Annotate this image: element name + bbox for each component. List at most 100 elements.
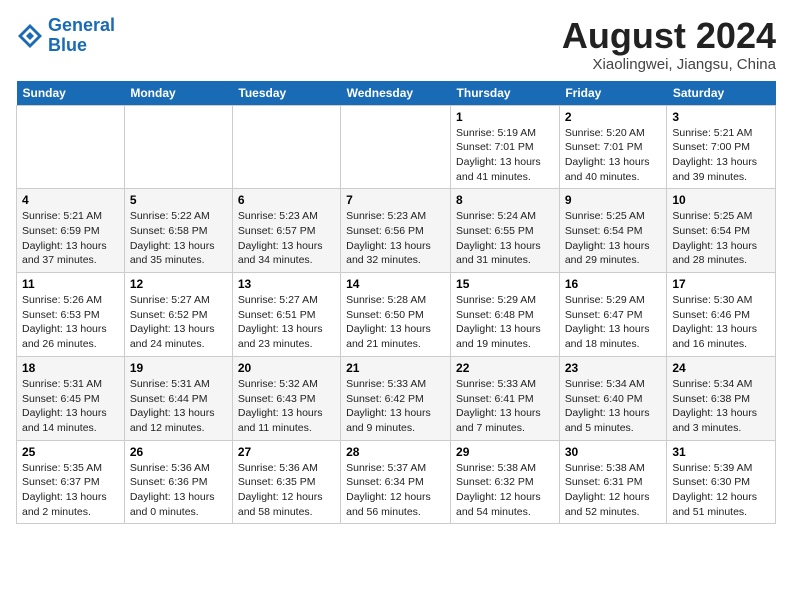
weekday-header-monday: Monday — [124, 81, 232, 106]
day-number: 18 — [22, 361, 119, 375]
day-number: 6 — [238, 193, 335, 207]
day-info: Sunrise: 5:34 AMSunset: 6:38 PMDaylight:… — [672, 377, 770, 436]
day-number: 30 — [565, 445, 662, 459]
day-info: Sunrise: 5:23 AMSunset: 6:57 PMDaylight:… — [238, 209, 335, 268]
logo: General Blue — [16, 16, 115, 56]
page-header: General Blue August 2024 Xiaolingwei, Ji… — [16, 16, 776, 73]
calendar-cell — [232, 105, 340, 189]
calendar-cell: 24 Sunrise: 5:34 AMSunset: 6:38 PMDayligh… — [667, 356, 776, 440]
calendar-cell: 16 Sunrise: 5:29 AMSunset: 6:47 PMDayligh… — [559, 273, 667, 357]
calendar-cell: 1Sunrise: 5:19 AMSunset: 7:01 PMDaylight… — [451, 105, 560, 189]
day-number: 8 — [456, 193, 554, 207]
day-number: 21 — [346, 361, 445, 375]
calendar-cell: 21 Sunrise: 5:33 AMSunset: 6:42 PMDayligh… — [341, 356, 451, 440]
day-info: Sunrise: 5:38 AMSunset: 6:32 PMDaylight:… — [456, 461, 554, 520]
calendar-cell: 10 Sunrise: 5:25 AMSunset: 6:54 PMDayligh… — [667, 189, 776, 273]
day-info: Sunrise: 5:33 AMSunset: 6:41 PMDaylight:… — [456, 377, 554, 436]
weekday-header-friday: Friday — [559, 81, 667, 106]
day-info: Sunrise: 5:24 AMSunset: 6:55 PMDaylight:… — [456, 209, 554, 268]
day-number: 14 — [346, 277, 445, 291]
day-number: 12 — [130, 277, 227, 291]
day-info: Sunrise: 5:21 AMSunset: 6:59 PMDaylight:… — [22, 209, 119, 268]
logo-text: General Blue — [48, 16, 115, 56]
calendar-cell: 4 Sunrise: 5:21 AMSunset: 6:59 PMDaylight… — [17, 189, 125, 273]
calendar-cell — [124, 105, 232, 189]
day-info: Sunrise: 5:31 AMSunset: 6:44 PMDaylight:… — [130, 377, 227, 436]
location: Xiaolingwei, Jiangsu, China — [562, 56, 776, 73]
day-number: 20 — [238, 361, 335, 375]
day-number: 9 — [565, 193, 662, 207]
calendar-cell: 23 Sunrise: 5:34 AMSunset: 6:40 PMDayligh… — [559, 356, 667, 440]
title-block: August 2024 Xiaolingwei, Jiangsu, China — [562, 16, 776, 73]
day-number: 5 — [130, 193, 227, 207]
calendar-cell: 19 Sunrise: 5:31 AMSunset: 6:44 PMDayligh… — [124, 356, 232, 440]
day-info: Sunrise: 5:35 AMSunset: 6:37 PMDaylight:… — [22, 461, 119, 520]
day-number: 31 — [672, 445, 770, 459]
day-info: Sunrise: 5:29 AMSunset: 6:47 PMDaylight:… — [565, 293, 662, 352]
calendar-cell: 22 Sunrise: 5:33 AMSunset: 6:41 PMDayligh… — [451, 356, 560, 440]
day-number: 29 — [456, 445, 554, 459]
calendar-cell: 12 Sunrise: 5:27 AMSunset: 6:52 PMDayligh… — [124, 273, 232, 357]
day-number: 10 — [672, 193, 770, 207]
day-number: 26 — [130, 445, 227, 459]
calendar-cell: 26 Sunrise: 5:36 AMSunset: 6:36 PMDayligh… — [124, 440, 232, 524]
day-info: Sunrise: 5:27 AMSunset: 6:52 PMDaylight:… — [130, 293, 227, 352]
day-info: Sunrise: 5:22 AMSunset: 6:58 PMDaylight:… — [130, 209, 227, 268]
day-number: 22 — [456, 361, 554, 375]
weekday-header-wednesday: Wednesday — [341, 81, 451, 106]
calendar-cell: 17Sunrise: 5:30 AMSunset: 6:46 PMDayligh… — [667, 273, 776, 357]
month-year: August 2024 — [562, 16, 776, 56]
day-number: 13 — [238, 277, 335, 291]
calendar-cell: 18 Sunrise: 5:31 AMSunset: 6:45 PMDayligh… — [17, 356, 125, 440]
day-number: 19 — [130, 361, 227, 375]
day-info: Sunrise: 5:39 AMSunset: 6:30 PMDaylight:… — [672, 461, 770, 520]
day-number: 24 — [672, 361, 770, 375]
day-info: Sunrise: 5:19 AMSunset: 7:01 PMDaylight:… — [456, 126, 554, 185]
weekday-header-tuesday: Tuesday — [232, 81, 340, 106]
calendar-cell: 11Sunrise: 5:26 AMSunset: 6:53 PMDayligh… — [17, 273, 125, 357]
calendar-cell: 9 Sunrise: 5:25 AMSunset: 6:54 PMDaylight… — [559, 189, 667, 273]
day-info: Sunrise: 5:36 AMSunset: 6:35 PMDaylight:… — [238, 461, 335, 520]
calendar-cell: 2 Sunrise: 5:20 AMSunset: 7:01 PMDaylight… — [559, 105, 667, 189]
calendar-cell: 14 Sunrise: 5:28 AMSunset: 6:50 PMDayligh… — [341, 273, 451, 357]
calendar-cell — [341, 105, 451, 189]
calendar-cell: 3 Sunrise: 5:21 AMSunset: 7:00 PMDaylight… — [667, 105, 776, 189]
day-info: Sunrise: 5:36 AMSunset: 6:36 PMDaylight:… — [130, 461, 227, 520]
day-number: 28 — [346, 445, 445, 459]
day-info: Sunrise: 5:21 AMSunset: 7:00 PMDaylight:… — [672, 126, 770, 185]
day-number: 3 — [672, 110, 770, 124]
calendar-cell: 29 Sunrise: 5:38 AMSunset: 6:32 PMDayligh… — [451, 440, 560, 524]
weekday-header-sunday: Sunday — [17, 81, 125, 106]
day-info: Sunrise: 5:28 AMSunset: 6:50 PMDaylight:… — [346, 293, 445, 352]
day-number: 11 — [22, 277, 119, 291]
calendar-cell: 15 Sunrise: 5:29 AMSunset: 6:48 PMDayligh… — [451, 273, 560, 357]
day-info: Sunrise: 5:38 AMSunset: 6:31 PMDaylight:… — [565, 461, 662, 520]
day-number: 4 — [22, 193, 119, 207]
day-number: 16 — [565, 277, 662, 291]
day-info: Sunrise: 5:23 AMSunset: 6:56 PMDaylight:… — [346, 209, 445, 268]
day-number: 7 — [346, 193, 445, 207]
calendar-cell: 30 Sunrise: 5:38 AMSunset: 6:31 PMDayligh… — [559, 440, 667, 524]
calendar-table: SundayMondayTuesdayWednesdayThursdayFrid… — [16, 81, 776, 525]
calendar-cell: 8 Sunrise: 5:24 AMSunset: 6:55 PMDaylight… — [451, 189, 560, 273]
day-info: Sunrise: 5:25 AMSunset: 6:54 PMDaylight:… — [565, 209, 662, 268]
calendar-cell — [17, 105, 125, 189]
calendar-cell: 7 Sunrise: 5:23 AMSunset: 6:56 PMDaylight… — [341, 189, 451, 273]
day-number: 23 — [565, 361, 662, 375]
weekday-header-saturday: Saturday — [667, 81, 776, 106]
day-info: Sunrise: 5:29 AMSunset: 6:48 PMDaylight:… — [456, 293, 554, 352]
calendar-cell: 6 Sunrise: 5:23 AMSunset: 6:57 PMDaylight… — [232, 189, 340, 273]
calendar-cell: 31 Sunrise: 5:39 AMSunset: 6:30 PMDayligh… — [667, 440, 776, 524]
day-info: Sunrise: 5:31 AMSunset: 6:45 PMDaylight:… — [22, 377, 119, 436]
day-info: Sunrise: 5:27 AMSunset: 6:51 PMDaylight:… — [238, 293, 335, 352]
day-number: 2 — [565, 110, 662, 124]
day-number: 15 — [456, 277, 554, 291]
day-info: Sunrise: 5:34 AMSunset: 6:40 PMDaylight:… — [565, 377, 662, 436]
day-number: 17 — [672, 277, 770, 291]
calendar-cell: 20Sunrise: 5:32 AMSunset: 6:43 PMDayligh… — [232, 356, 340, 440]
day-info: Sunrise: 5:25 AMSunset: 6:54 PMDaylight:… — [672, 209, 770, 268]
day-number: 27 — [238, 445, 335, 459]
day-info: Sunrise: 5:20 AMSunset: 7:01 PMDaylight:… — [565, 126, 662, 185]
day-info: Sunrise: 5:37 AMSunset: 6:34 PMDaylight:… — [346, 461, 445, 520]
day-info: Sunrise: 5:33 AMSunset: 6:42 PMDaylight:… — [346, 377, 445, 436]
